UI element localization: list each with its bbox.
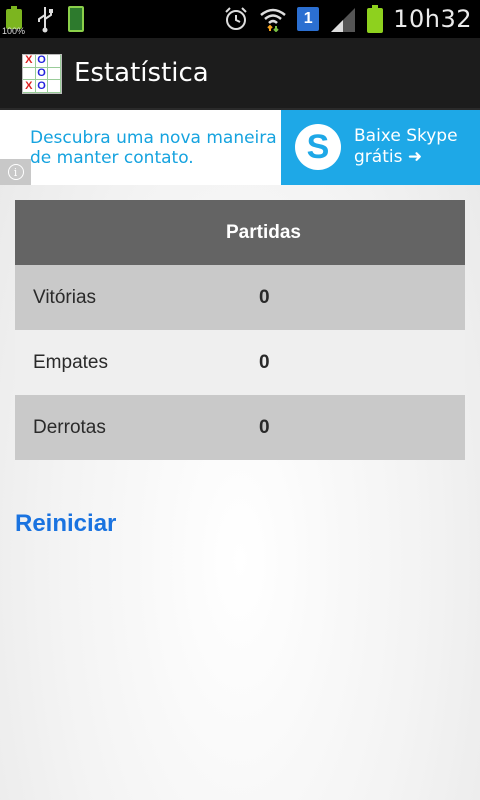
ad-cta-text: Baixe Skype grátis ➜ (354, 126, 458, 167)
battery-small-icon: 100% (2, 6, 25, 36)
stats-row-vitorias: Vitórias 0 (15, 265, 465, 330)
ad-info-icon[interactable]: i (0, 159, 31, 185)
battery-icon (367, 5, 384, 33)
battery-percent-text: 100% (2, 26, 26, 36)
row-value: 0 (259, 351, 270, 373)
row-label: Empates (33, 351, 108, 373)
alarm-icon (225, 7, 247, 30)
page-title: Estatística (74, 58, 209, 88)
wifi-icon (260, 8, 287, 32)
stats-row-derrotas: Derrotas 0 (15, 395, 465, 460)
usb-icon (38, 7, 53, 33)
signal-icon (331, 8, 356, 32)
action-bar: X O O X O Estatística (0, 38, 480, 110)
row-label: Derrotas (33, 416, 106, 438)
sim-icon (68, 6, 84, 32)
row-value: 0 (259, 286, 270, 308)
stats-row-empates: Empates 0 (15, 330, 465, 395)
status-time: 10h32 (393, 5, 472, 33)
row-value: 0 (259, 416, 270, 438)
column-header-partidas: Partidas (226, 221, 301, 243)
reset-button[interactable]: Reiniciar (15, 510, 116, 538)
skype-logo-icon: S (295, 124, 341, 170)
tic-tac-toe-app-icon[interactable]: X O O X O (22, 54, 62, 94)
stats-table: Partidas Vitórias 0 Empates 0 Derrotas 0 (15, 200, 465, 460)
ad-banner[interactable]: Descubra uma nova maneira de manter cont… (0, 110, 480, 185)
ad-left-text[interactable]: Descubra uma nova maneira de manter cont… (30, 128, 277, 168)
notification-badge-icon: 1 (297, 7, 320, 31)
stats-header-row: Partidas (15, 200, 465, 265)
row-label: Vitórias (33, 286, 97, 308)
ad-skype-cta[interactable]: S Baixe Skype grátis ➜ (281, 110, 480, 185)
status-bar: 100% 1 10h32 (0, 0, 480, 38)
